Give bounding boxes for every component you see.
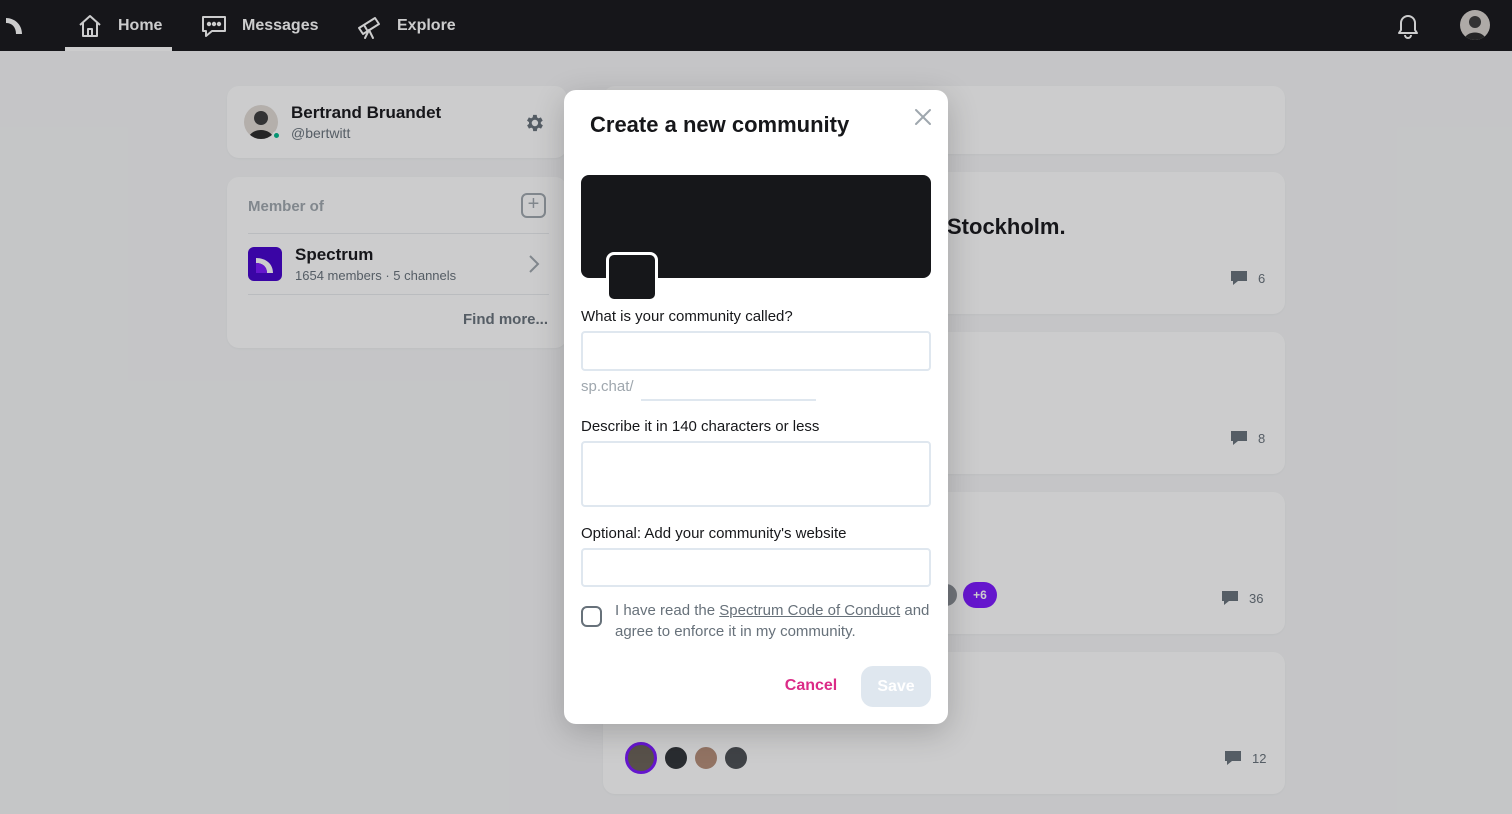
website-input[interactable]: [581, 548, 931, 587]
create-community-modal: Create a new community What is your comm…: [564, 90, 948, 724]
community-name-input[interactable]: [581, 331, 931, 371]
slug-prefix: sp.chat/: [581, 378, 634, 395]
cancel-button[interactable]: Cancel: [776, 667, 846, 705]
description-textarea[interactable]: [581, 441, 931, 507]
code-of-conduct-text: I have read the Spectrum Code of Conduct…: [615, 600, 935, 642]
code-of-conduct-link[interactable]: Spectrum Code of Conduct: [719, 602, 900, 619]
website-label: Optional: Add your community's website: [581, 525, 847, 542]
save-button[interactable]: Save: [861, 666, 931, 707]
modal-title: Create a new community: [590, 112, 850, 137]
coc-prefix: I have read the: [615, 602, 720, 619]
description-label: Describe it in 140 characters or less: [581, 418, 820, 435]
community-slug-input[interactable]: [641, 377, 816, 401]
community-avatar-upload[interactable]: [606, 252, 658, 302]
name-label: What is your community called?: [581, 308, 793, 325]
close-icon[interactable]: [912, 106, 934, 128]
code-of-conduct-checkbox[interactable]: [581, 606, 602, 627]
